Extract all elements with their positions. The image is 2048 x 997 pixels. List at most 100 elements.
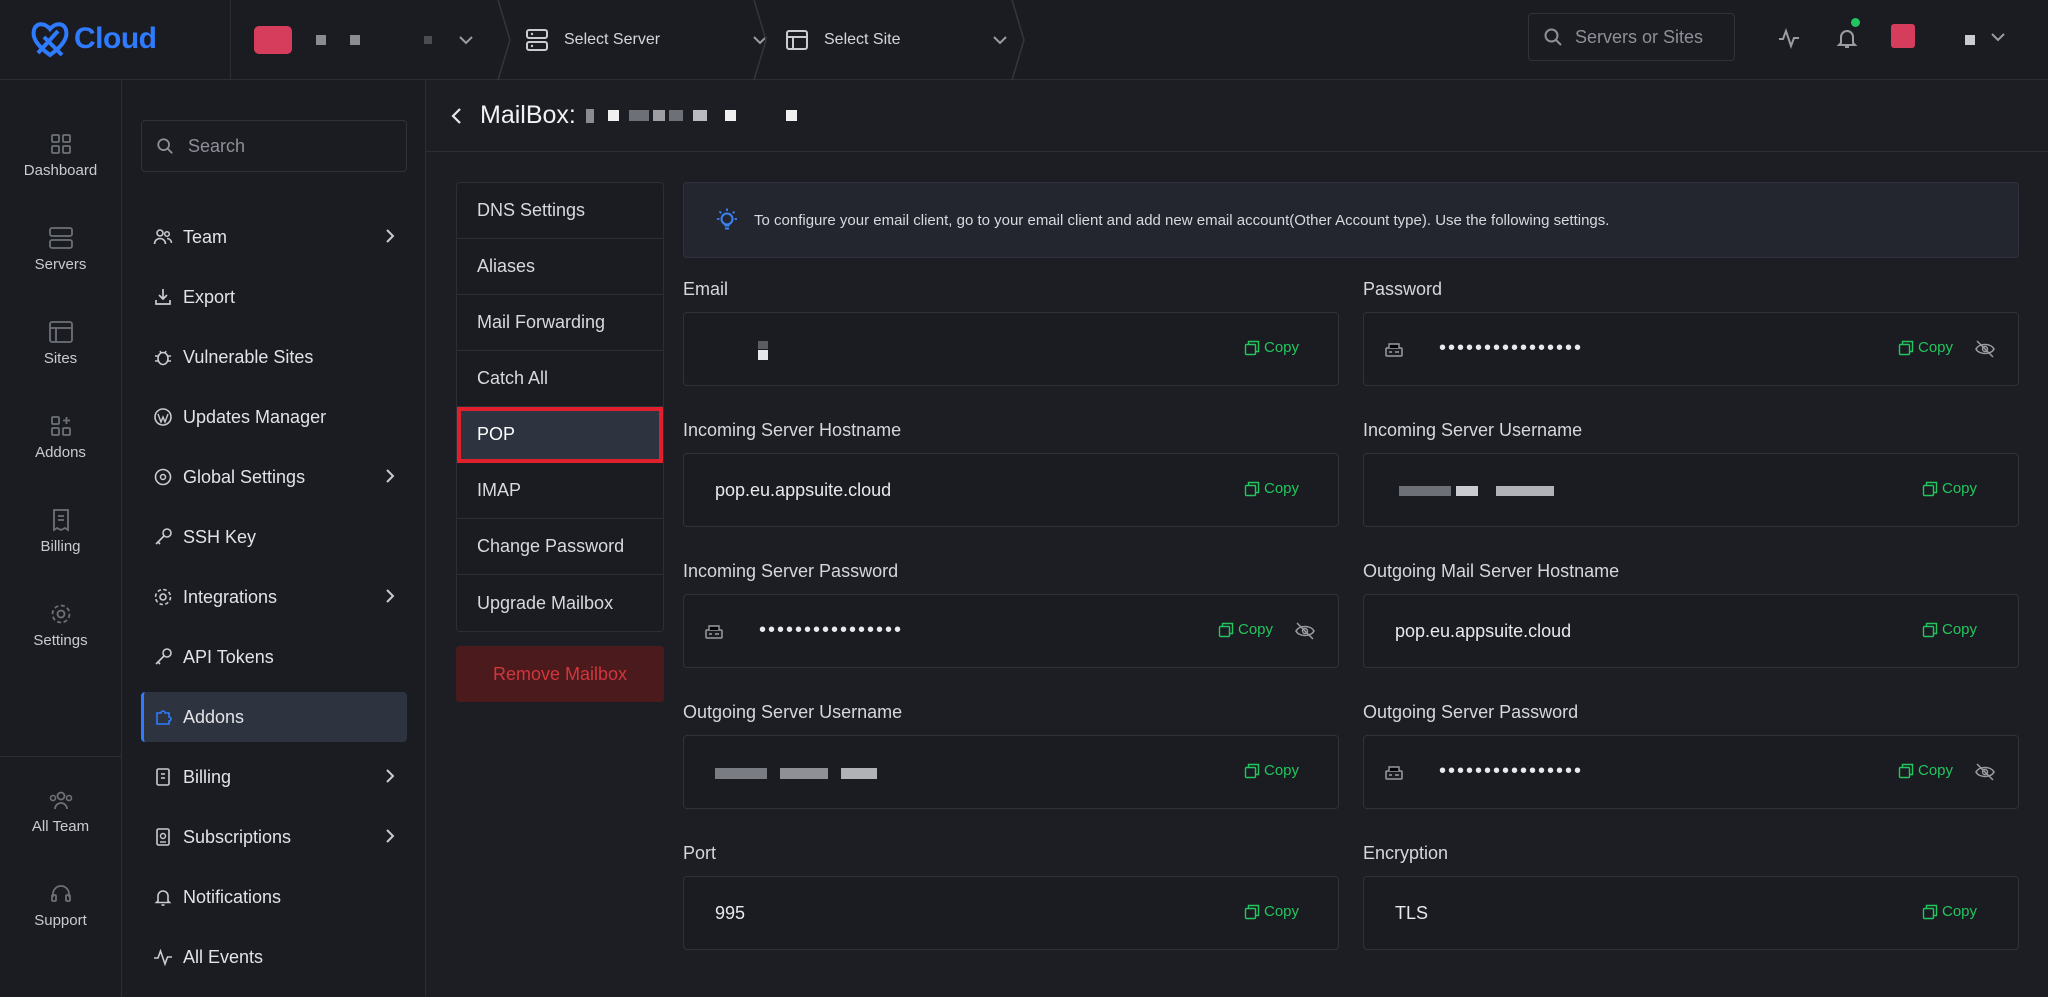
copy-icon <box>1244 904 1260 919</box>
copy-incoming-username-button[interactable]: Copy <box>1922 480 1977 497</box>
nav-label: Integrations <box>183 586 278 607</box>
copy-incoming-hostname-button[interactable]: Copy <box>1244 480 1299 497</box>
back-arrow-icon[interactable] <box>450 107 464 125</box>
copy-outgoing-hostname-button[interactable]: Copy <box>1922 621 1977 638</box>
incoming-hostname-label: Incoming Server Hostname <box>683 420 902 440</box>
breadcrumb-separator <box>1011 0 1025 80</box>
eye-off-icon[interactable] <box>1974 762 1996 782</box>
copy-port-button[interactable]: Copy <box>1244 903 1299 920</box>
breadcrumb-separator <box>753 0 767 80</box>
copy-encryption-button[interactable]: Copy <box>1922 903 1977 920</box>
nav-search-placeholder: Search <box>188 135 246 156</box>
copy-email-button[interactable]: Copy <box>1244 339 1299 356</box>
tab-catch-all[interactable]: Catch All <box>457 351 663 407</box>
outgoing-hostname-field: pop.eu.appsuite.cloud Copy <box>1363 594 2019 668</box>
nav-item-subscriptions[interactable]: Subscriptions <box>141 812 407 862</box>
copy-icon <box>1922 904 1938 919</box>
redacted-text <box>1965 35 1975 45</box>
port-field: 995 Copy <box>683 876 1339 950</box>
encryption-label: Encryption <box>1363 843 1449 863</box>
team-badge <box>254 26 292 54</box>
tab-change-password[interactable]: Change Password <box>457 519 663 575</box>
nav-item-vulnerable-sites[interactable]: Vulnerable Sites <box>141 332 407 382</box>
rail-item-servers[interactable]: Servers <box>0 226 121 274</box>
rail-item-billing[interactable]: Billing <box>0 508 121 556</box>
select-server-dropdown[interactable]: Select Server <box>524 0 768 80</box>
nav-item-api-tokens[interactable]: API Tokens <box>141 632 407 682</box>
nav-label: Addons <box>183 706 245 727</box>
nav-item-billing[interactable]: Billing <box>141 752 407 802</box>
nav-item-export[interactable]: Export <box>141 272 407 322</box>
nav-item-team[interactable]: Team <box>141 212 407 262</box>
activity-icon[interactable] <box>1777 26 1801 50</box>
nav-label: Billing <box>183 766 232 787</box>
rail-item-sites[interactable]: Sites <box>0 320 121 368</box>
rail-item-settings[interactable]: Settings <box>0 602 121 650</box>
breadcrumb-separator <box>497 0 511 80</box>
rail-item-dashboard[interactable]: Dashboard <box>0 132 121 180</box>
select-site-dropdown[interactable]: Select Site <box>784 0 1008 80</box>
copy-outgoing-password-button[interactable]: Copy <box>1898 762 1953 779</box>
outgoing-password-label: Outgoing Server Password <box>1363 702 1579 722</box>
nav-item-ssh-key[interactable]: SSH Key <box>141 512 407 562</box>
nav-item-updates-manager[interactable]: Updates Manager <box>141 392 407 442</box>
outgoing-hostname-label: Outgoing Mail Server Hostname <box>1363 561 1620 581</box>
nav-search-input[interactable]: Search <box>141 120 407 172</box>
nav-item-all-events[interactable]: All Events <box>141 932 407 982</box>
tab-pop[interactable]: POP <box>457 407 663 463</box>
tab-imap[interactable]: IMAP <box>457 463 663 519</box>
copy-outgoing-username-button[interactable]: Copy <box>1244 762 1299 779</box>
nav-item-notifications[interactable]: Notifications <box>141 872 407 922</box>
logo-mark-icon <box>31 22 69 58</box>
chevron-down-icon[interactable] <box>1990 32 2006 42</box>
tab-upgrade-mailbox[interactable]: Upgrade Mailbox <box>457 575 663 631</box>
tab-aliases[interactable]: Aliases <box>457 239 663 295</box>
copy-password-button[interactable]: Copy <box>1898 339 1953 356</box>
dashboard-icon <box>50 134 71 154</box>
avatar[interactable] <box>1891 24 1915 48</box>
rail-item-addons[interactable]: Addons <box>0 414 121 462</box>
key-icon <box>155 528 172 545</box>
logo[interactable]: Cloud <box>28 14 157 64</box>
server-icon <box>526 29 548 51</box>
invoice-icon <box>156 768 170 786</box>
encryption-field: TLS Copy <box>1363 876 2019 950</box>
incoming-password-field: •••••••••••••••• Copy <box>683 594 1339 668</box>
chevron-down-icon <box>459 36 473 45</box>
outgoing-hostname-value: pop.eu.appsuite.cloud <box>1395 621 1572 641</box>
chevron-right-icon <box>386 589 395 603</box>
global-search-placeholder: Servers or Sites <box>1575 26 1704 47</box>
copy-incoming-password-button[interactable]: Copy <box>1218 621 1273 638</box>
port-value: 995 <box>715 903 746 923</box>
download-icon <box>155 289 171 305</box>
remove-mailbox-button[interactable]: Remove Mailbox <box>456 646 664 702</box>
copy-icon <box>1244 481 1260 496</box>
password-value: •••••••••••••••• <box>1439 337 1584 359</box>
key-icon <box>155 648 172 665</box>
password-key-icon <box>1385 343 1403 357</box>
team-switcher[interactable] <box>254 0 474 80</box>
receipt-icon <box>52 509 69 532</box>
copy-label: Copy <box>1918 339 1954 356</box>
nav-item-addons[interactable]: Addons <box>141 692 407 742</box>
rail-label: Sites <box>43 350 78 367</box>
page-title: MailBox: <box>480 101 576 129</box>
copy-label: Copy <box>1942 621 1978 638</box>
nav-item-global-settings[interactable]: Global Settings <box>141 452 407 502</box>
nav-label: Global Settings <box>183 466 306 487</box>
eye-off-icon[interactable] <box>1974 339 1996 359</box>
nav-item-integrations[interactable]: Integrations <box>141 572 407 622</box>
bell-icon[interactable] <box>1835 26 1859 50</box>
rail-item-all-team[interactable]: All Team <box>0 788 121 836</box>
email-field: Copy <box>683 312 1339 386</box>
rail-label: Dashboard <box>23 162 98 179</box>
tab-dns-settings[interactable]: DNS Settings <box>457 183 663 239</box>
incoming-hostname-value: pop.eu.appsuite.cloud <box>715 480 892 500</box>
eye-off-icon[interactable] <box>1294 621 1316 641</box>
outgoing-username-label: Outgoing Server Username <box>683 702 903 722</box>
global-search-input[interactable]: Servers or Sites <box>1528 13 1735 61</box>
email-label: Email <box>683 279 729 299</box>
redacted-mailbox-name <box>585 108 797 123</box>
rail-item-support[interactable]: Support <box>0 882 121 930</box>
tab-mail-forwarding[interactable]: Mail Forwarding <box>457 295 663 351</box>
